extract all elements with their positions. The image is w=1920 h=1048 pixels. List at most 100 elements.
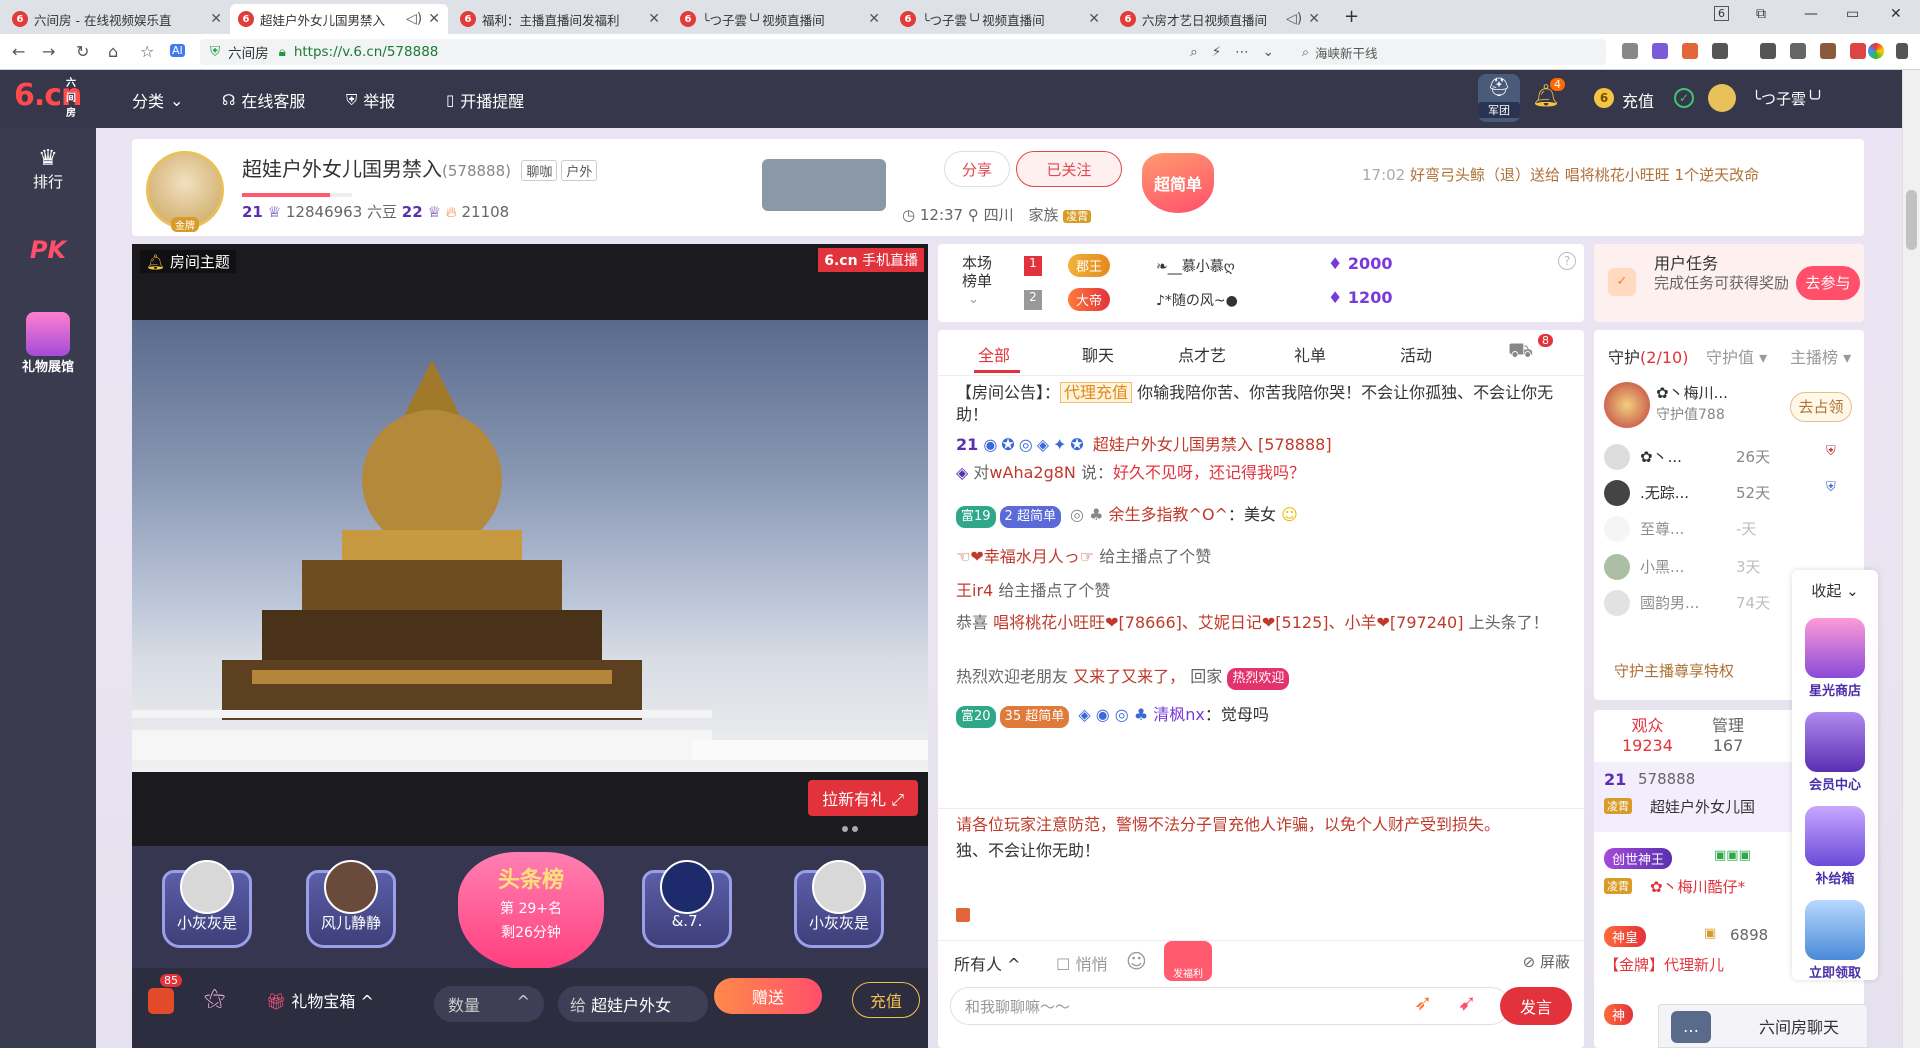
forward-icon[interactable]: → bbox=[42, 42, 55, 61]
close-icon[interactable]: ✕ bbox=[210, 11, 222, 27]
recipient-selector[interactable]: 给 超娃户外女 bbox=[558, 986, 708, 1022]
collapse-button[interactable]: 收起 ⌄ bbox=[1792, 580, 1878, 601]
tab-talent[interactable]: 点才艺 bbox=[1178, 342, 1226, 366]
video-player[interactable]: 🔔︎ 房间主题 6.cn 手机直播 拉新有礼 ⤢ bbox=[132, 244, 928, 846]
calendar-icon[interactable] bbox=[1850, 43, 1866, 59]
download-icon[interactable] bbox=[1760, 43, 1776, 59]
seat-2[interactable]: 风儿静静 bbox=[296, 856, 406, 966]
whisper-checkbox[interactable]: ☐ 悄悄 bbox=[1056, 951, 1107, 975]
close-icon[interactable]: ✕ bbox=[648, 11, 660, 27]
page-scrollbar[interactable] bbox=[1902, 70, 1920, 1048]
chrome-icon[interactable] bbox=[1868, 43, 1884, 59]
msg-user[interactable]: 王ir4 bbox=[956, 581, 993, 600]
tab-5[interactable]: 6 ╰つ子雲╰╯视频直播间 ✕ bbox=[892, 4, 1108, 34]
admin-tab[interactable]: 管理 167 bbox=[1712, 716, 1744, 756]
join-task-button[interactable]: 去参与 bbox=[1796, 266, 1860, 300]
help-icon[interactable]: ? bbox=[1558, 252, 1576, 270]
follow-button[interactable]: 已关注 bbox=[1016, 151, 1122, 187]
search-field[interactable]: ⌕ 海峡新干线 bbox=[1294, 39, 1606, 65]
msg-user[interactable]: wAha2g8N bbox=[989, 463, 1075, 482]
guard-privilege-link[interactable]: 守护主播尊享特权 bbox=[1614, 660, 1734, 681]
msg-user[interactable]: 又来了又来了， bbox=[1073, 667, 1185, 686]
sidebar-item-rank[interactable]: ♛ 排行 bbox=[0, 146, 96, 192]
extension-icon[interactable] bbox=[1652, 43, 1668, 59]
car-icon[interactable]: ⛟ bbox=[1508, 338, 1533, 365]
url-field[interactable]: ⛨ 六间房 🔒︎ https://v.6.cn/578888 ⌕⚡⋯⌄ bbox=[200, 39, 1300, 65]
cut-icon[interactable] bbox=[1622, 43, 1638, 59]
invite-reward-button[interactable]: 拉新有礼 ⤢ bbox=[808, 780, 918, 816]
send-gift-button[interactable]: 赠送 bbox=[714, 978, 822, 1014]
headline-rank-badge[interactable]: 头条榜 第 29+名 剩26分钟 bbox=[458, 852, 604, 970]
rocket-icon[interactable]: ➹ bbox=[1458, 991, 1476, 1016]
back-icon[interactable]: ← bbox=[12, 42, 25, 61]
game-icon[interactable] bbox=[1682, 43, 1698, 59]
nav-live-reminder[interactable]: ▯ 开播提醒 bbox=[446, 88, 524, 112]
nav-report[interactable]: ⛨ 举报 bbox=[346, 88, 395, 112]
anchor-photo[interactable] bbox=[762, 159, 886, 211]
gift-box-button[interactable]: 🎁︎ 礼物宝箱 ^ bbox=[266, 988, 374, 1012]
reload-icon[interactable]: ↻ bbox=[76, 42, 89, 61]
star-icon[interactable]: ☆ bbox=[140, 42, 154, 61]
menu-icon[interactable] bbox=[1896, 43, 1908, 59]
supply-box-button[interactable]: 补给箱 bbox=[1792, 806, 1878, 887]
msg-users[interactable]: 唱将桃花小旺旺❤[78666]、艾妮日记❤[5125]、小羊❤[797240] bbox=[993, 613, 1463, 632]
tab-all[interactable]: 全部 bbox=[978, 342, 1010, 366]
sidebar-item-pk[interactable]: PK bbox=[0, 236, 96, 264]
super-simple-badge[interactable]: 超简单 bbox=[1142, 153, 1214, 213]
tab-chat[interactable]: 聊天 bbox=[1082, 342, 1114, 366]
close-icon[interactable]: ✕ bbox=[428, 11, 440, 27]
scroll-thumb[interactable] bbox=[1906, 190, 1917, 250]
close-icon[interactable]: ✕ bbox=[1088, 11, 1100, 27]
tab-3[interactable]: 6 福利：主播直播间发福利 ✕ bbox=[452, 4, 668, 34]
block-toggle[interactable]: ⊘ 屏蔽 bbox=[1523, 951, 1570, 972]
tab-count-button[interactable]: 6 bbox=[1714, 6, 1729, 21]
wallet-icon[interactable] bbox=[1820, 43, 1836, 59]
seat-3[interactable]: &.7. bbox=[632, 856, 742, 966]
tab-activity[interactable]: 活动 bbox=[1400, 342, 1432, 366]
audience-tab[interactable]: 观众 19234 bbox=[1622, 716, 1673, 756]
puzzle-icon[interactable] bbox=[1712, 43, 1728, 59]
room-tag[interactable]: 聊咖 bbox=[521, 160, 558, 181]
tab-6[interactable]: 6 六房才艺日视频直播间 ◁) ✕ bbox=[1112, 4, 1328, 34]
member-center-button[interactable]: 会员中心 bbox=[1792, 712, 1878, 793]
chat-dock[interactable]: … 六间房聊天 bbox=[1658, 1004, 1868, 1048]
msg-user[interactable]: 清枫nx bbox=[1153, 705, 1205, 724]
top-guard-name[interactable]: ✿丶梅川... bbox=[1656, 382, 1728, 403]
army-button[interactable]: ⛑ 军团 bbox=[1478, 74, 1520, 122]
seat-4[interactable]: 小灰灰是 bbox=[784, 856, 894, 966]
recharge-button[interactable]: 充值 bbox=[852, 982, 920, 1018]
tab-2[interactable]: 6 超娃户外女儿国男禁入 ◁) ✕ bbox=[230, 4, 448, 34]
user-avatar[interactable] bbox=[1708, 84, 1736, 112]
guard-row[interactable]: 至尊... -天 bbox=[1604, 514, 1854, 544]
username[interactable]: ╰つ子雲╰╯ bbox=[1752, 88, 1824, 109]
recharge-link[interactable]: 充值 bbox=[1622, 88, 1654, 112]
crane-icon[interactable]: ⚝ bbox=[204, 986, 225, 1011]
msg-user[interactable]: 余生多指教^O^ bbox=[1109, 505, 1228, 524]
red-packet-button[interactable]: 发福利 bbox=[1164, 941, 1212, 981]
room-link[interactable]: 超娃户外女儿国男禁入 [578888] bbox=[1093, 435, 1332, 454]
home-icon[interactable]: ⌂ bbox=[108, 42, 118, 61]
rank-row[interactable]: 1 郡王 ❧__慕小慕ღ ♦ 2000 bbox=[1024, 254, 1584, 282]
sidebar-item-gift-gallery[interactable]: 礼物展馆 bbox=[0, 312, 96, 375]
guard-value-tab[interactable]: 守护值 ▾ bbox=[1706, 344, 1767, 368]
maximize-button[interactable]: ▭ bbox=[1846, 6, 1859, 22]
tab-4[interactable]: 6 ╰つ子雲╰╯视频直播间 ✕ bbox=[672, 4, 888, 34]
close-window-button[interactable]: ✕ bbox=[1890, 6, 1902, 22]
new-tab-button[interactable]: + bbox=[1344, 6, 1359, 27]
share-button[interactable]: 分享 bbox=[944, 151, 1010, 187]
send-message-button[interactable]: 发言 bbox=[1500, 987, 1572, 1025]
target-selector[interactable]: 所有人 ^ bbox=[954, 951, 1021, 975]
bag-icon[interactable] bbox=[148, 988, 174, 1014]
speaker-icon[interactable] bbox=[956, 908, 970, 922]
tab-1[interactable]: 6 六间房 - 在线视频娱乐直 ✕ bbox=[4, 4, 230, 34]
chevron-down-icon[interactable]: ⌄ bbox=[968, 292, 979, 307]
carousel-dot[interactable] bbox=[842, 826, 848, 832]
room-theme[interactable]: 🔔︎ 房间主题 bbox=[140, 250, 236, 273]
close-icon[interactable]: ✕ bbox=[1308, 11, 1320, 27]
starlight-shop-button[interactable]: 星光商店 bbox=[1792, 618, 1878, 699]
room-tag[interactable]: 户外 bbox=[561, 160, 598, 181]
seat-1[interactable]: 小灰灰是 bbox=[152, 856, 262, 966]
claim-now-button[interactable]: 立即领取 bbox=[1792, 900, 1878, 981]
carousel-dot[interactable] bbox=[852, 826, 858, 832]
top-guard-avatar[interactable] bbox=[1604, 382, 1650, 428]
